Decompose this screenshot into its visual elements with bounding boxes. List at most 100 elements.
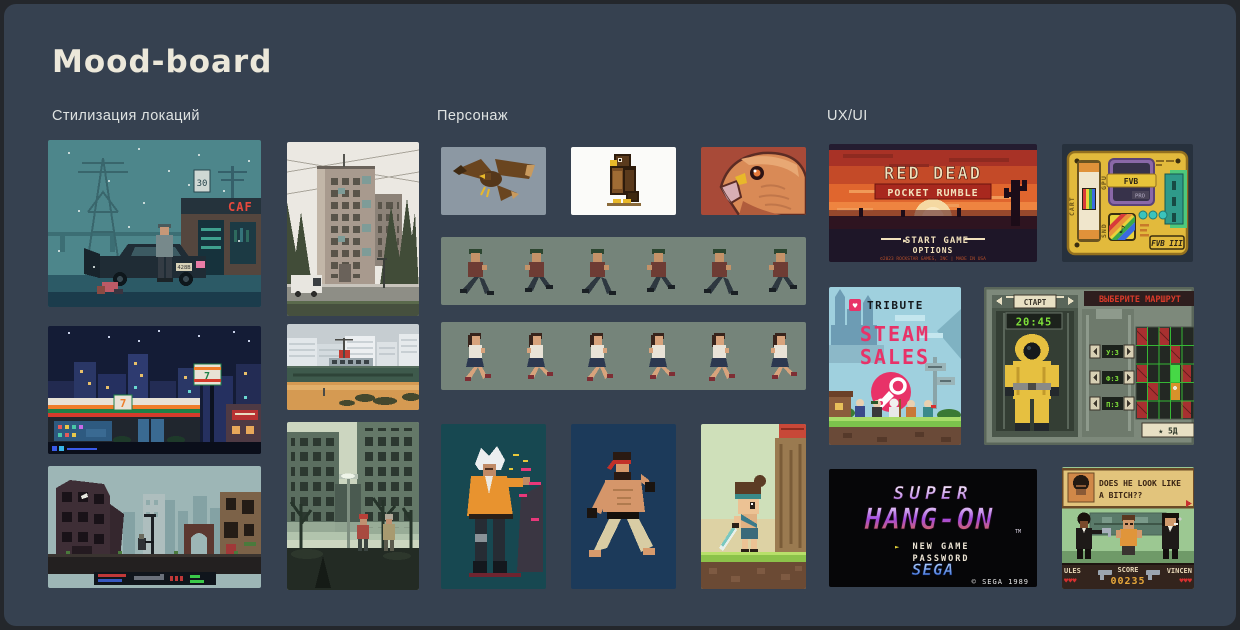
sega-copyright: © SEGA 1989 [972, 578, 1029, 586]
section-label-character: Персонаж [437, 108, 508, 124]
pulp-art: DOES HE LOOK LIKE A BITCH?? [1062, 467, 1194, 589]
sega-logo: SEGA [912, 560, 955, 579]
right-building [226, 404, 261, 444]
route-title: ВЫБЕРИТЕ МАРШРУТ [1099, 295, 1181, 305]
red-dead-art: RED DEAD POCKET RUMBLE ► START GAME OPTI… [829, 144, 1037, 262]
question-line-1: DOES HE LOOK LIKE [1099, 479, 1181, 488]
connector [1165, 170, 1187, 228]
selector-panel: У:3 Ф:3 П:3 [1082, 309, 1134, 437]
options-item: OPTIONS [913, 246, 954, 255]
speed-sign: 30 [197, 179, 208, 189]
image-ruined-city [48, 466, 261, 588]
score-label: SCORE [1117, 566, 1138, 574]
route-grid [1136, 327, 1194, 419]
arch-ruin [184, 524, 214, 558]
image-post-apoc-survivors [287, 422, 419, 590]
seven-eleven-art: 7 7 [48, 326, 261, 454]
seven-logo: 7 [120, 397, 127, 410]
steam-sales-art: ♥ TRIBUTE STEAM SALES [829, 287, 961, 445]
page-title: Mood-board [52, 44, 272, 80]
eagle-flying-art [441, 147, 546, 215]
snd-chip: ♪ [1109, 214, 1135, 240]
teal-buttons [1139, 211, 1167, 219]
image-eagle-head [701, 147, 806, 215]
ruined-city-art [48, 466, 261, 588]
image-red-dead-title: RED DEAD POCKET RUMBLE ► START GAME OPTI… [829, 144, 1037, 262]
steam-text: STEAM [860, 322, 930, 346]
image-tribute-steam-sales: ♥ TRIBUTE STEAM SALES [829, 287, 961, 445]
clock-display: 20:45 [1016, 317, 1053, 329]
section-label-uxui: UX/UI [827, 108, 868, 124]
post-apoc-art [287, 422, 419, 590]
new-game-item: NEW GAME [913, 542, 970, 552]
image-rail-bridge [287, 324, 419, 410]
section-label-locations: Стилизация локаций [52, 108, 200, 124]
rail-bridge-art [287, 324, 419, 410]
image-super-hang-on: SUPER HANG-ON TM ► NEW GAME PASSWORD SEG… [829, 469, 1037, 587]
red-dead-title: RED DEAD [884, 164, 982, 184]
cartridge-slot [1077, 160, 1101, 242]
snd-label: SND [1100, 223, 1108, 238]
license-plate: 428B [177, 265, 191, 271]
moodboard-page: Mood-board Стилизация локаций Персонаж U… [0, 0, 1240, 630]
gpu-chip: FVB PRO [1107, 159, 1156, 205]
gas-station-art: 30 CAF 428B [48, 140, 261, 307]
selector-2: Ф:3 [1106, 375, 1119, 383]
hang-on-text: HANG-ON [863, 502, 993, 536]
selector-3: П:3 [1106, 401, 1119, 409]
image-seven-eleven-night: 7 7 [48, 326, 261, 454]
lives-left: ♥♥♥ [1064, 577, 1077, 585]
player-right-name: VINCEN [1167, 567, 1192, 575]
image-character-fighter [571, 424, 676, 589]
image-hazmat-route-ui: СТАРТ 20:45 [984, 287, 1194, 445]
image-gas-station-night: 30 CAF 428B [48, 140, 261, 307]
image-eagle-flying [441, 147, 546, 215]
image-character-chibi [701, 424, 806, 589]
image-fvb-handheld-board: CART GPU FVB PRO [1062, 144, 1193, 262]
save-label: ★ 5Д [1158, 427, 1177, 436]
train [329, 358, 373, 367]
store-front: 7 [48, 395, 200, 444]
music-note-icon: ♪ [1119, 223, 1126, 236]
run-cycle-female-art [441, 322, 806, 390]
hud-bar [94, 572, 216, 585]
score-value: 00235 [1110, 576, 1145, 587]
dialogue-banner: DOES HE LOOK LIKE A BITCH?? [1062, 469, 1194, 507]
gpu-chip-text: FVB [1124, 177, 1139, 186]
start-game-item: START GAME [905, 236, 969, 246]
red-dead-copyright: ©2023 ROCKSTAR GAMES, INC | MADE IN USA [880, 256, 986, 262]
right-ruin [220, 492, 261, 562]
player-left-name: ULES [1064, 567, 1081, 575]
image-character-orange-jacket [441, 424, 546, 589]
hang-on-art: SUPER HANG-ON TM ► NEW GAME PASSWORD SEG… [829, 469, 1037, 587]
image-eagle-perched [571, 147, 676, 215]
fvb-logo-text: FVB III [1151, 239, 1183, 248]
question-line-2: A BITCH?? [1099, 491, 1143, 500]
hazmat-art: СТАРТ 20:45 [984, 287, 1194, 445]
heart-icon: ♥ [853, 302, 858, 311]
char-fighter-art [571, 424, 676, 589]
selector-1: У:3 [1106, 349, 1119, 357]
lives-right: ♥♥♥ [1179, 577, 1192, 585]
image-run-cycle-male [441, 237, 806, 305]
eagle-head-art [701, 147, 806, 215]
fvb-logo-badge: FVB III [1150, 236, 1184, 249]
eagle-perched-art [571, 147, 676, 215]
start-label: СТАРТ [1024, 298, 1047, 307]
tm-text: TM [1015, 529, 1021, 535]
gpu-pro-text: PRO [1135, 194, 1145, 200]
char-chibi-art [701, 424, 806, 589]
char-jacket-art [441, 424, 546, 589]
super-text: SUPER [893, 483, 972, 504]
run-cycle-male-art [441, 237, 806, 305]
cafe-sign: CAF [228, 200, 253, 214]
hud-bar: ULES ♥♥♥ SCORE 00235 VINCEN ♥♥♥ [1062, 563, 1194, 589]
seven-pole-logo: 7 [204, 371, 210, 382]
image-pulp-fiction-game: DOES HE LOOK LIKE A BITCH?? [1062, 467, 1194, 589]
image-run-cycle-female [441, 322, 806, 390]
tribute-text: TRIBUTE [867, 299, 924, 312]
moodboard-panel: Mood-board Стилизация локаций Персонаж U… [4, 4, 1236, 626]
sales-text: SALES [860, 345, 930, 369]
fvb-board-art: CART GPU FVB PRO [1062, 144, 1193, 262]
cart-label: CART [1068, 196, 1076, 216]
